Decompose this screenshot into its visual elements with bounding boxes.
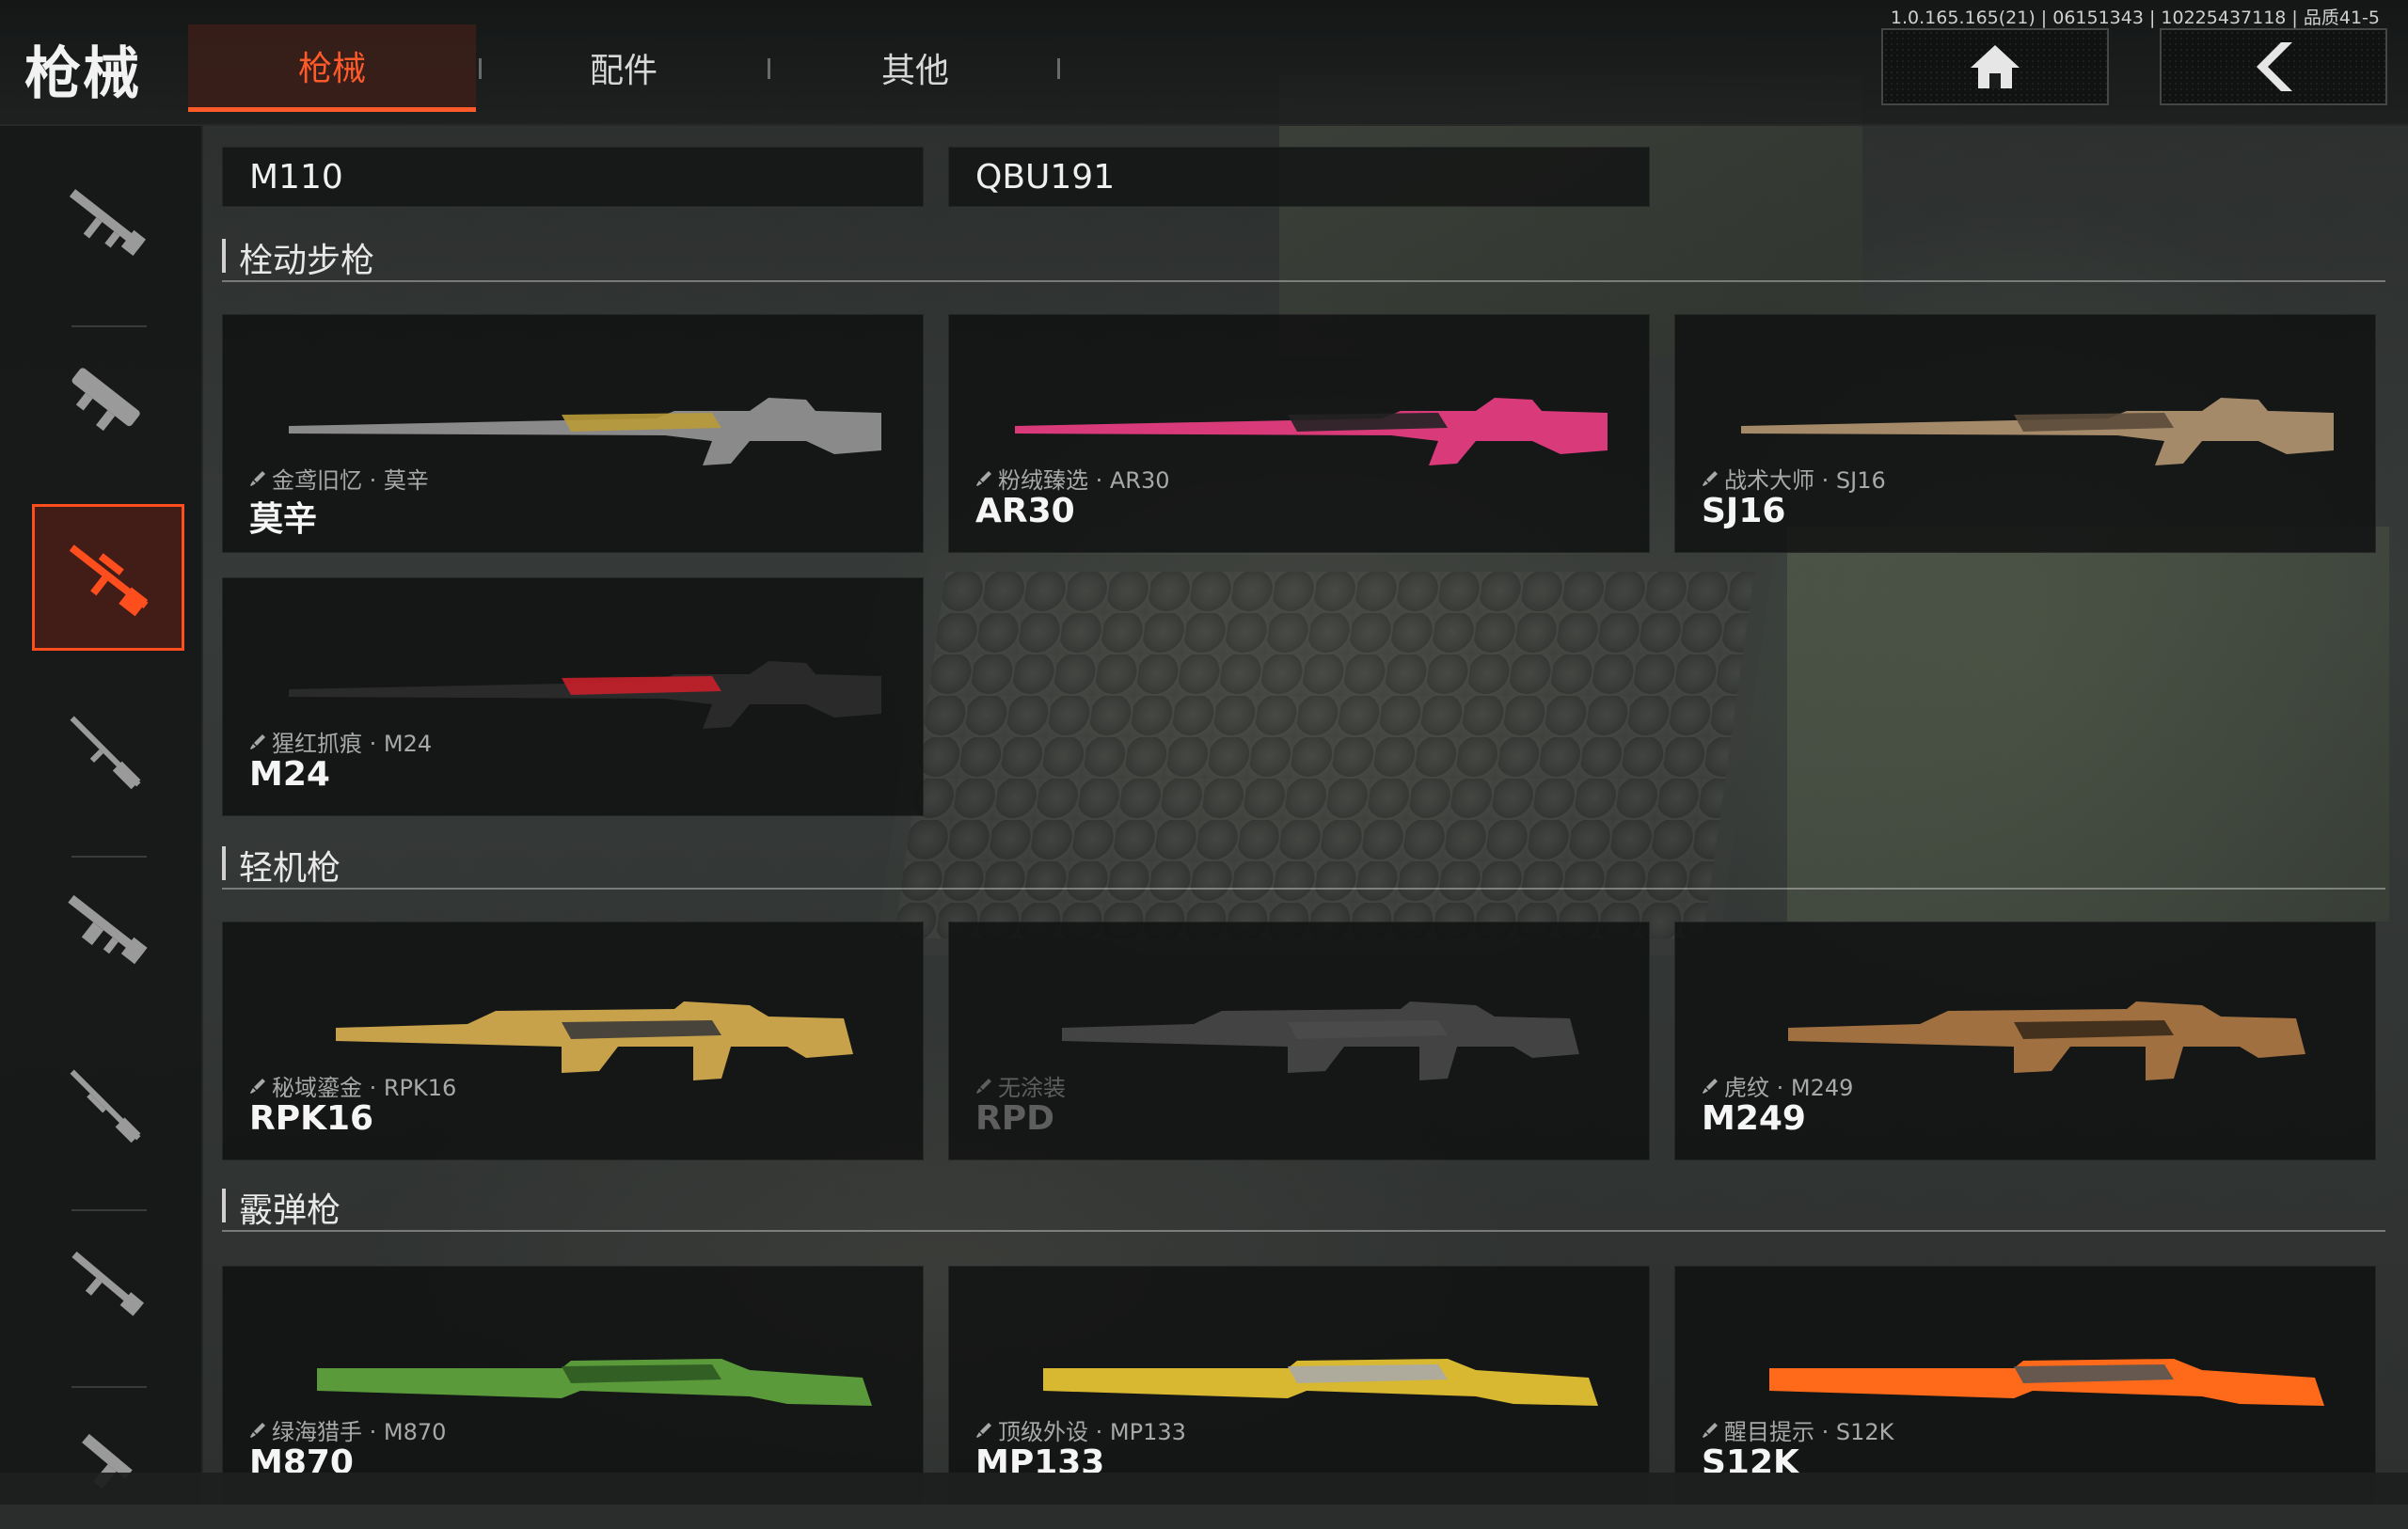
version-info: 1.0.165.165(21) | 06151343 | 10225437118…: [1890, 8, 2380, 28]
skin-name: 虎纹 · M249: [1724, 1075, 1854, 1101]
smg-icon: [71, 368, 140, 432]
weapon-name: QBU191: [975, 157, 1116, 197]
marksman-rifle-icon: [70, 716, 141, 790]
weapon-name: AR30: [975, 492, 1075, 530]
sidebar-item-marksman-rifle[interactable]: [32, 681, 179, 822]
skin-label: 醒目提示 · S12K: [1702, 1413, 1893, 1446]
brush-icon: [1703, 470, 1718, 486]
brush-icon: [250, 733, 265, 749]
weapon-card-m110[interactable]: M110: [222, 147, 924, 207]
tab-firearms[interactable]: 枪械: [188, 24, 476, 112]
section-header-shotgun: 霰弹枪: [222, 1179, 2385, 1232]
skin-name: 无涂装: [998, 1075, 1066, 1101]
back-button[interactable]: [2160, 28, 2387, 105]
weapon-image: [1062, 1001, 1579, 1080]
skin-label: 猩红抓痕 · M24: [249, 725, 432, 758]
skin-name: 顶级外设 · MP133: [998, 1419, 1186, 1445]
skin-name: 金鸢旧忆 · 莫辛: [272, 467, 429, 494]
skin-label: 粉绒臻选 · AR30: [975, 462, 1170, 495]
skin-label: 金鸢旧忆 · 莫辛: [249, 462, 429, 495]
home-icon: [1971, 45, 2020, 88]
brush-icon: [976, 1422, 991, 1438]
skin-name: 粉绒臻选 · AR30: [998, 467, 1170, 494]
skin-name: 战术大师 · SJ16: [1724, 467, 1886, 494]
brush-icon: [1703, 1422, 1718, 1438]
weapon-card-mp133[interactable]: 顶级外设 · MP133 MP133: [948, 1266, 1650, 1505]
section-title: 霰弹枪: [239, 1191, 341, 1230]
tab-other[interactable]: 其他: [771, 24, 1059, 111]
weapon-name: RPK16: [249, 1099, 374, 1138]
sidebar-item-smg[interactable]: [32, 327, 179, 468]
weapon-card-s12k[interactable]: 醒目提示 · S12K S12K: [1674, 1266, 2376, 1505]
brush-icon: [1703, 1078, 1718, 1094]
section-header-bolt-action: 栓动步枪: [222, 229, 2385, 282]
weapon-name: 莫辛: [249, 500, 318, 539]
sniper-rifle-icon: [69, 544, 149, 617]
skin-label: 绿海猎手 · M870: [249, 1413, 446, 1446]
weapon-card-m24[interactable]: 猩红抓痕 · M24 M24: [222, 577, 924, 816]
page-title: 枪械: [24, 41, 141, 107]
section-title: 轻机枪: [239, 849, 341, 888]
sidebar-item-sniper-rifle[interactable]: [32, 504, 184, 651]
bottom-edge: [0, 1473, 2408, 1505]
weapon-category-sidebar: [0, 126, 203, 1505]
skin-name: 绿海猎手 · M870: [272, 1419, 447, 1445]
skin-name: 秘域鎏金 · RPK16: [272, 1075, 457, 1101]
tab-divider: [768, 58, 770, 79]
skin-label: 虎纹 · M249: [1702, 1069, 1853, 1102]
weapon-card-ar30[interactable]: 粉绒臻选 · AR30 AR30: [948, 314, 1650, 553]
brush-icon: [250, 1078, 265, 1094]
tab-divider: [1057, 58, 1060, 79]
weapon-card-sj16[interactable]: 战术大师 · SJ16 SJ16: [1674, 314, 2376, 553]
section-title: 栓动步枪: [239, 242, 375, 280]
skin-label: 战术大师 · SJ16: [1702, 462, 1886, 495]
weapon-card-rpk16[interactable]: 秘域鎏金 · RPK16 RPK16: [222, 922, 924, 1160]
carbine-icon: [71, 1251, 145, 1316]
top-bar: 枪械 枪械 配件 其他 1.0.165.165(21) | 06151343 |…: [0, 0, 2408, 126]
skin-name: 猩红抓痕 · M24: [272, 731, 433, 757]
sidebar-item-pistol[interactable]: [32, 1388, 179, 1529]
weapon-card-m249[interactable]: 虎纹 · M249 M249: [1674, 922, 2376, 1160]
sidebar-item-shotgun[interactable]: [32, 1034, 179, 1175]
sidebar-item-light-machine-gun[interactable]: [32, 858, 179, 999]
skin-label: 无涂装: [975, 1069, 1066, 1102]
skin-label: 顶级外设 · MP133: [975, 1413, 1186, 1446]
chevron-left-icon: [2257, 42, 2292, 91]
skin-label: 秘域鎏金 · RPK16: [249, 1069, 456, 1102]
brush-icon: [250, 470, 265, 486]
weapon-name: M24: [249, 755, 330, 794]
weapon-card-rpd[interactable]: 无涂装 RPD: [948, 922, 1650, 1160]
sidebar-item-carbine[interactable]: [32, 1211, 179, 1352]
brush-icon: [250, 1422, 265, 1438]
home-button[interactable]: [1881, 28, 2109, 105]
weapon-name: M110: [249, 157, 343, 197]
weapon-name: M249: [1702, 1099, 1806, 1138]
weapon-name: RPD: [975, 1099, 1054, 1138]
weapon-list: M110 QBU191 栓动步枪 金鸢旧忆 · 莫辛莫辛 粉绒臻选 · AR30…: [222, 126, 2385, 1505]
section-header-lmg: 轻机枪: [222, 837, 2385, 890]
skin-name: 醒目提示 · S12K: [1724, 1419, 1894, 1445]
light-machine-gun-icon: [68, 894, 148, 965]
weapon-card-m870[interactable]: 绿海猎手 · M870 M870: [222, 1266, 924, 1505]
weapon-name: SJ16: [1702, 492, 1786, 530]
assault-rifle-icon: [69, 189, 147, 256]
weapon-card-mosin[interactable]: 金鸢旧忆 · 莫辛莫辛: [222, 314, 924, 553]
sidebar-item-assault-rifle[interactable]: [32, 150, 179, 292]
shotgun-icon: [70, 1069, 141, 1143]
tab-attachments[interactable]: 配件: [480, 24, 768, 111]
brush-icon: [976, 1078, 991, 1094]
brush-icon: [976, 470, 991, 486]
weapon-card-qbu191[interactable]: QBU191: [948, 147, 1650, 207]
